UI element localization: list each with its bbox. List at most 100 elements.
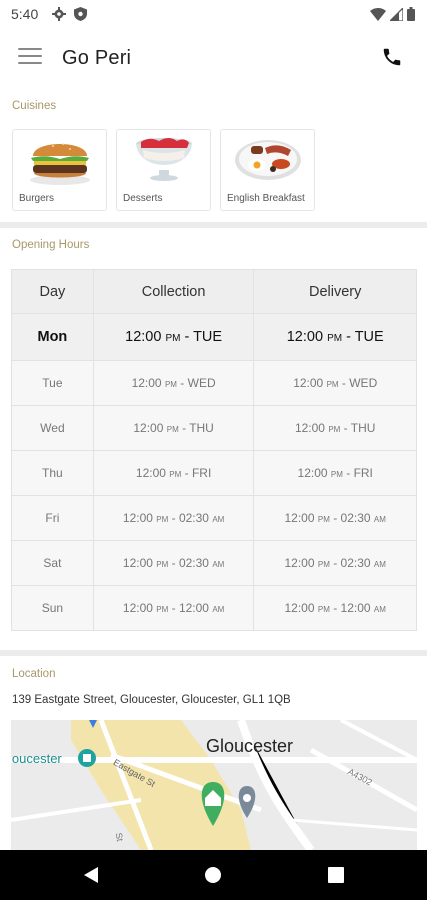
start-ampm: PM [317,560,330,569]
table-row: Wed 12:00 PM - THU 12:00 PM - THU [11,405,417,451]
start-ampm: PM [156,515,169,524]
end-time: FRI [191,466,212,480]
end-ampm: AM [212,605,225,614]
column-header-delivery: Delivery [253,269,417,314]
start-time: 12:00 [284,556,315,570]
dessert-image [129,132,199,186]
start-ampm: PM [166,425,179,434]
start-ampm: PM [330,470,343,479]
section-divider [0,650,427,656]
start-time: 12:00 [293,376,324,390]
cuisine-label: English Breakfast [227,193,305,204]
start-ampm: PM [164,380,177,389]
day-cell: Wed [11,405,94,451]
end-ampm: AM [373,605,386,614]
collection-cell: 12:00 PM - WED [92,360,255,406]
day-cell: Tue [11,360,94,406]
cuisine-card-desserts[interactable]: Desserts [116,129,211,211]
end-ampm: AM [212,515,225,524]
app-bar: Go Peri [0,28,427,90]
status-bar: 5:40 [0,0,427,28]
table-row: Tue 12:00 PM - WED 12:00 PM - WED [11,360,417,406]
start-time: 12:00 [284,511,315,525]
end-time: 12:00 [340,601,371,615]
day-cell: Sat [11,540,94,586]
end-time: 12:00 [178,601,209,615]
opening-hours-table: Day Collection Delivery Mon 12:00 PM - T… [11,269,417,631]
table-row: Thu 12:00 PM - FRI 12:00 PM - FRI [11,450,417,496]
column-header-day: Day [11,269,94,314]
map-area-label: loucester [11,751,62,766]
table-row: Mon 12:00 PM - TUE 12:00 PM - TUE [11,313,417,361]
start-ampm: PM [326,380,339,389]
home-icon[interactable] [204,866,222,889]
start-ampm: PM [156,560,169,569]
cuisine-label: Burgers [19,193,55,204]
end-time: 02:30 [178,511,209,525]
start-ampm: PM [156,605,169,614]
status-time: 5:40 [11,6,39,22]
start-time: 12:00 [122,511,153,525]
start-time: 12:00 [133,421,164,435]
start-time: 12:00 [122,556,153,570]
location-map[interactable]: Gloucester loucester Eastgate St A4302 S… [11,720,417,850]
end-time: WED [349,376,378,390]
location-address: 139 Eastgate Street, Gloucester, Glouces… [12,694,291,706]
end-time: WED [187,376,216,390]
end-ampm: AM [373,515,386,524]
back-icon[interactable] [82,866,100,889]
collection-cell: 12:00 PM - 02:30 AM [92,495,255,541]
start-ampm: PM [317,515,330,524]
delivery-cell: 12:00 PM - 12:00 AM [253,585,417,631]
day-cell: Sun [11,585,94,631]
table-row: Fri 12:00 PM - 02:30 AM 12:00 PM - 02:30… [11,495,417,541]
start-time: 12:00 [131,376,162,390]
cuisines-label: Cuisines [12,100,57,112]
end-time: TUE [193,329,223,345]
end-time: TUE [354,329,384,345]
shield-icon [74,7,87,26]
cuisine-label: Desserts [123,193,163,204]
delivery-cell: 12:00 PM - FRI [253,450,417,496]
opening-hours-label: Opening Hours [12,239,90,251]
delivery-cell: 12:00 PM - 02:30 AM [253,540,417,586]
start-ampm: PM [165,333,181,344]
delivery-cell: 12:00 PM - WED [253,360,417,406]
collection-cell: 12:00 PM - THU [92,405,255,451]
end-time: 02:30 [178,556,209,570]
map-side-street-label: St [113,831,125,843]
cuisine-card-burgers[interactable]: Burgers [12,129,107,211]
collection-cell: 12:00 PM - 02:30 AM [92,540,255,586]
hamburger-menu-icon[interactable] [18,48,42,68]
start-time: 12:00 [294,421,325,435]
start-time: 12:00 [125,329,162,345]
recents-icon[interactable] [328,867,344,888]
page-title: Go Peri [62,47,132,69]
day-cell: Thu [11,450,94,496]
table-header-row: Day Collection Delivery [11,269,417,314]
burger-image [25,132,95,186]
end-time: 02:30 [340,556,371,570]
start-ampm: PM [317,605,330,614]
start-ampm: PM [169,470,182,479]
start-time: 12:00 [122,601,153,615]
column-header-collection: Collection [92,269,255,314]
end-time: THU [350,421,376,435]
signal-icon [388,5,404,26]
cuisines-list: Burgers Desserts English Breakfast [12,129,315,211]
collection-cell: 12:00 PM - 12:00 AM [92,585,255,631]
map-city-label: Gloucester [206,736,294,756]
day-cell: Fri [11,495,94,541]
end-ampm: AM [373,560,386,569]
system-nav-bar [0,850,427,900]
end-time: THU [189,421,214,435]
start-time: 12:00 [297,466,328,480]
phone-icon[interactable] [381,46,405,70]
start-time: 12:00 [135,466,166,480]
collection-cell: 12:00 PM - FRI [92,450,255,496]
section-divider [0,222,427,228]
battery-icon [407,7,415,26]
cuisine-card-english-breakfast[interactable]: English Breakfast [220,129,315,211]
gear-icon [52,7,66,26]
delivery-cell: 12:00 PM - THU [253,405,417,451]
